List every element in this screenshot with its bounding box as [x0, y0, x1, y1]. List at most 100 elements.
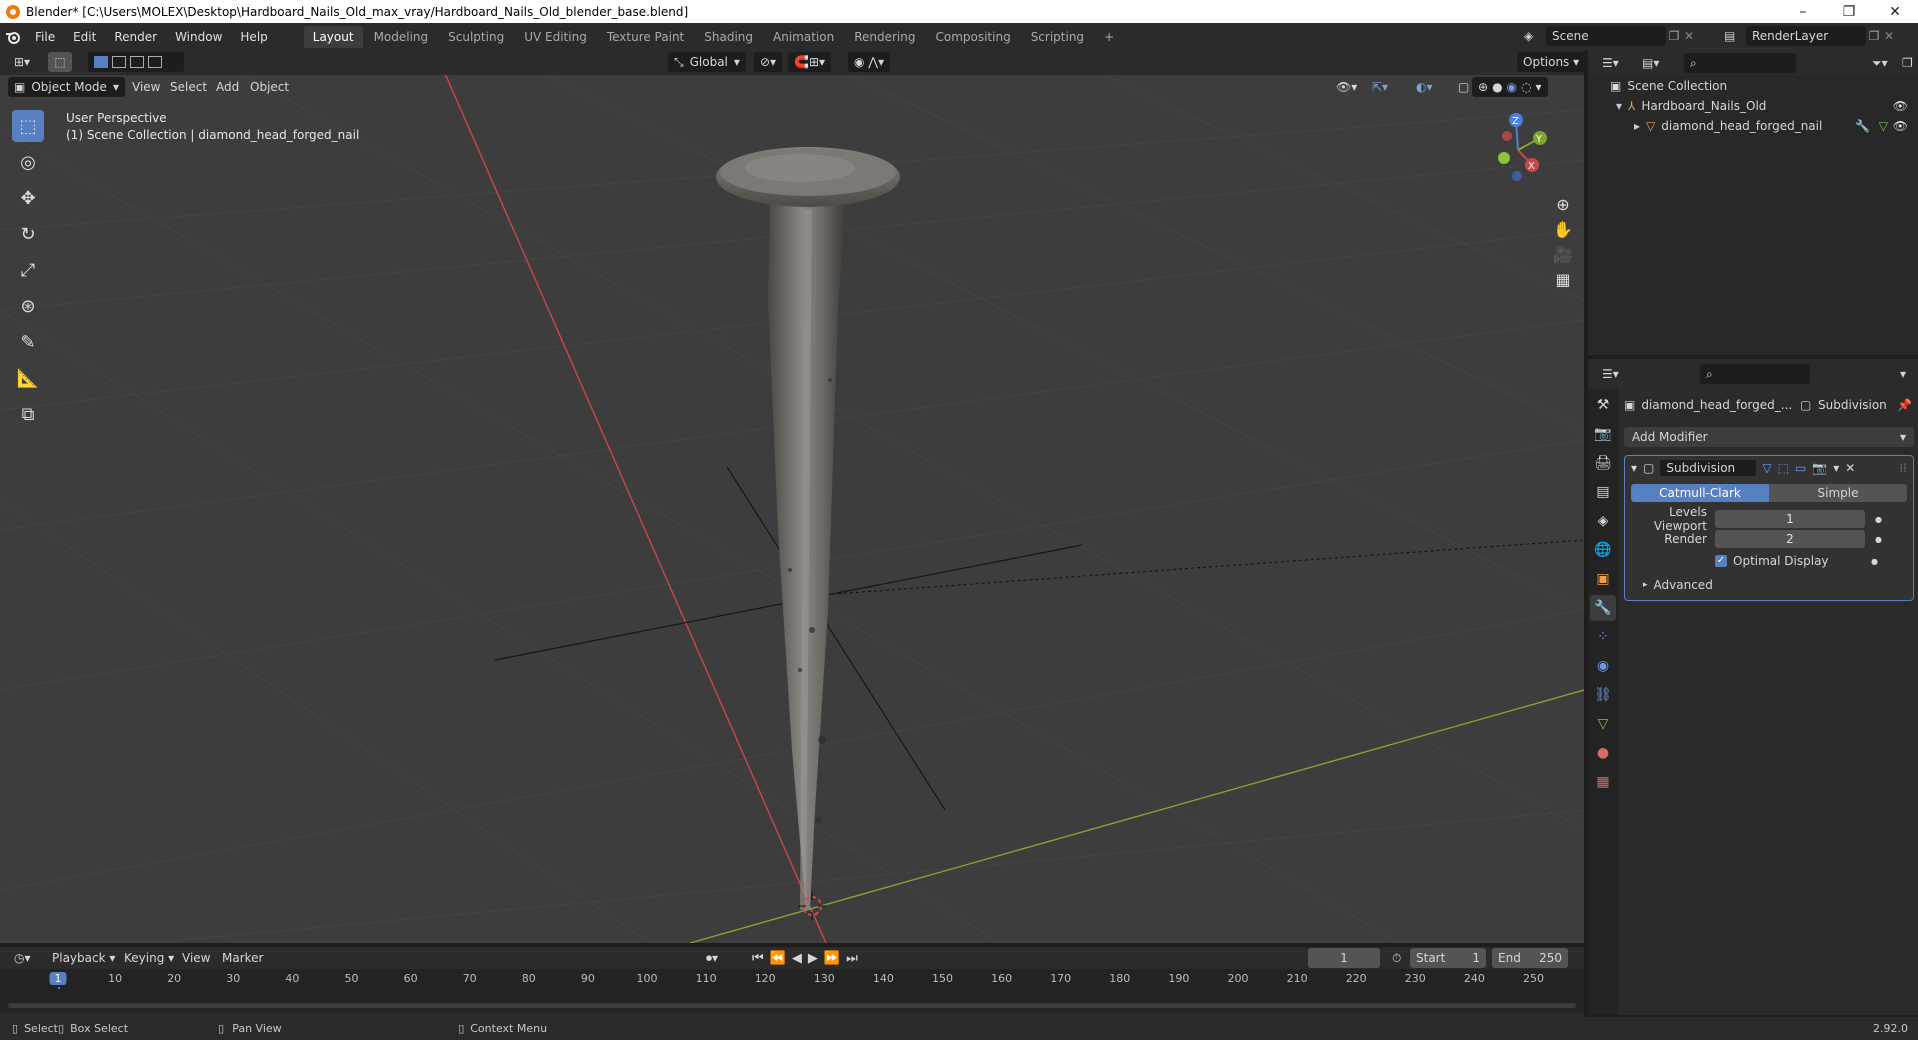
- menu-add[interactable]: Add: [210, 77, 245, 97]
- timeline-scrollbar[interactable]: [8, 1003, 1576, 1008]
- physics-tab-icon[interactable]: ◉: [1590, 653, 1616, 679]
- tab-uv-editing[interactable]: UV Editing: [515, 26, 596, 48]
- menu-object[interactable]: Object: [244, 77, 295, 97]
- data-tab-icon[interactable]: ▽: [1590, 711, 1616, 737]
- timeline-editor-icon[interactable]: ◷▾: [8, 948, 37, 968]
- simple-button[interactable]: Simple: [1769, 484, 1907, 502]
- proportional-edit-toggle[interactable]: ◉ ⋀▾: [848, 52, 891, 72]
- transform-tool-icon[interactable]: ⊛: [12, 290, 44, 322]
- collapse-arrow-icon[interactable]: ▾: [1631, 461, 1637, 475]
- collapse-arrow-icon[interactable]: ▸: [1634, 119, 1640, 133]
- move-tool-icon[interactable]: ✥: [12, 182, 44, 214]
- menu-view[interactable]: View: [126, 77, 166, 97]
- current-frame-field[interactable]: 1: [1308, 948, 1380, 968]
- tab-scripting[interactable]: Scripting: [1022, 26, 1093, 48]
- visibility-eye-icon[interactable]: 👁: [1893, 99, 1908, 113]
- zoom-icon[interactable]: ⊕: [1556, 195, 1569, 214]
- rotate-tool-icon[interactable]: ↻: [12, 218, 44, 250]
- tab-modeling[interactable]: Modeling: [365, 26, 438, 48]
- mode-dropdown[interactable]: ▣ Object Mode ▾: [8, 77, 125, 97]
- outliner-row-collection[interactable]: ▾ ⅄ Hardboard_Nails_Old 👁: [1588, 96, 1918, 116]
- solid-shading-icon[interactable]: ●: [1492, 80, 1502, 94]
- menu-window[interactable]: Window: [166, 30, 231, 44]
- outliner-row-scene-collection[interactable]: ▣ Scene Collection: [1588, 76, 1918, 96]
- properties-search-input[interactable]: ⌕: [1700, 364, 1810, 384]
- editor-type-icon[interactable]: ⊞▾: [8, 52, 36, 72]
- tab-sculpting[interactable]: Sculpting: [439, 26, 513, 48]
- next-keyframe-icon[interactable]: ⏩: [824, 951, 840, 966]
- tab-animation[interactable]: Animation: [764, 26, 843, 48]
- keying-menu[interactable]: Keying ▾: [118, 948, 180, 968]
- add-workspace-icon[interactable]: +: [1095, 26, 1123, 48]
- render-levels-field[interactable]: 2: [1715, 530, 1865, 548]
- scene-tab-icon[interactable]: ◈: [1590, 508, 1616, 534]
- texture-tab-icon[interactable]: ▦: [1590, 769, 1616, 795]
- outliner-search-input[interactable]: ⌕: [1684, 53, 1796, 73]
- select-subtract-icon[interactable]: [130, 56, 144, 68]
- particles-tab-icon[interactable]: ⁘: [1590, 624, 1616, 650]
- tab-rendering[interactable]: Rendering: [845, 26, 924, 48]
- annotate-tool-icon[interactable]: ✎: [12, 326, 44, 358]
- output-tab-icon[interactable]: 🖨: [1590, 450, 1616, 476]
- render-toggle-icon[interactable]: 📷: [1812, 461, 1827, 475]
- levels-viewport-field[interactable]: 1: [1715, 510, 1865, 528]
- expand-arrow-icon[interactable]: ▸: [1643, 580, 1648, 590]
- close-window-button[interactable]: ✕: [1872, 0, 1918, 23]
- filter-icon[interactable]: ⏷▾: [1866, 53, 1894, 73]
- select-extend-icon[interactable]: [112, 56, 126, 68]
- start-frame-field[interactable]: Start 1: [1410, 948, 1486, 968]
- blender-menu-icon[interactable]: [0, 30, 26, 44]
- options-dropdown[interactable]: Options ▾: [1517, 52, 1584, 72]
- select-box-tool-icon[interactable]: ⬚: [12, 110, 44, 142]
- stopwatch-icon[interactable]: ⏱: [1386, 948, 1407, 968]
- tab-texture-paint[interactable]: Texture Paint: [598, 26, 693, 48]
- new-layer-icon[interactable]: ❐: [1866, 29, 1882, 43]
- modifier-menu-icon[interactable]: ▾: [1833, 461, 1839, 475]
- edit-mode-toggle-icon[interactable]: ▽: [1762, 461, 1771, 475]
- optimal-display-checkbox[interactable]: ✓: [1715, 555, 1727, 567]
- perspective-grid-icon[interactable]: ▦: [1555, 270, 1570, 289]
- constraints-tab-icon[interactable]: ⛓: [1590, 682, 1616, 708]
- pan-hand-icon[interactable]: ✋: [1553, 220, 1573, 239]
- menu-edit[interactable]: Edit: [64, 30, 105, 44]
- add-modifier-dropdown[interactable]: Add Modifier ▾: [1624, 427, 1914, 447]
- object-tab-icon[interactable]: ▣: [1590, 566, 1616, 592]
- select-intersect-icon[interactable]: [148, 56, 162, 68]
- advanced-section[interactable]: ▸ Advanced: [1643, 576, 1907, 594]
- end-frame-field[interactable]: End 250: [1492, 948, 1568, 968]
- drag-handle-icon[interactable]: ⁞⁞: [1899, 461, 1907, 475]
- modifier-name-field[interactable]: Subdivision: [1660, 460, 1757, 476]
- play-reverse-icon[interactable]: ◀: [792, 951, 802, 966]
- modifier-wrench-icon[interactable]: 🔧: [1855, 119, 1870, 133]
- playback-menu[interactable]: Playback ▾: [46, 948, 121, 968]
- menu-help[interactable]: Help: [231, 30, 276, 44]
- properties-options-icon[interactable]: ▾: [1894, 364, 1912, 384]
- rendered-shading-icon[interactable]: ◌: [1521, 80, 1531, 94]
- nail-mesh[interactable]: [716, 147, 900, 910]
- material-preview-icon[interactable]: ◉: [1507, 80, 1517, 94]
- tab-layout[interactable]: Layout: [303, 25, 363, 48]
- expand-arrow-icon[interactable]: ▾: [1616, 99, 1622, 113]
- render-layer-field[interactable]: RenderLayer: [1746, 26, 1866, 46]
- world-tab-icon[interactable]: 🌐: [1590, 537, 1616, 563]
- transform-orientation-dropdown[interactable]: ⤡ Global ▾: [668, 52, 746, 72]
- keyframe-dot-icon[interactable]: ●: [1875, 515, 1882, 524]
- material-tab-icon[interactable]: ●: [1590, 740, 1616, 766]
- menu-file[interactable]: File: [26, 30, 64, 44]
- new-collection-icon[interactable]: ❐: [1896, 53, 1918, 73]
- outliner-editor-icon[interactable]: ☰▾: [1596, 53, 1625, 73]
- mesh-data-icon[interactable]: ▽: [1879, 119, 1888, 133]
- display-mode-icon[interactable]: ▤▾: [1636, 53, 1665, 73]
- 3d-viewport[interactable]: ⊞▾ ⬚ ⤡ Global ▾ ⊘▾ 🧲⊞▾ ◉ ⋀▾ Options ▾ ▣ …: [0, 50, 1584, 943]
- timeline-track-area[interactable]: [0, 989, 1584, 1013]
- render-tab-icon[interactable]: 📷: [1590, 421, 1616, 447]
- overlays-toggle[interactable]: ◐▾: [1410, 77, 1439, 97]
- prev-keyframe-icon[interactable]: ⏪: [770, 951, 786, 966]
- menu-render[interactable]: Render: [105, 30, 166, 44]
- menu-select[interactable]: Select: [164, 77, 213, 97]
- view-layer-selector[interactable]: ▤ RenderLayer ❐ ✕: [1724, 26, 1896, 46]
- catmull-clark-button[interactable]: Catmull-Clark: [1631, 484, 1769, 502]
- pivot-point-dropdown[interactable]: ⊘▾: [754, 52, 783, 72]
- measure-tool-icon[interactable]: 📐: [12, 362, 44, 394]
- frame-ruler[interactable]: 1 10 20 30 40 50 60 70 80 90 100 110 120 130 140 150 160…: [0, 969, 1584, 1013]
